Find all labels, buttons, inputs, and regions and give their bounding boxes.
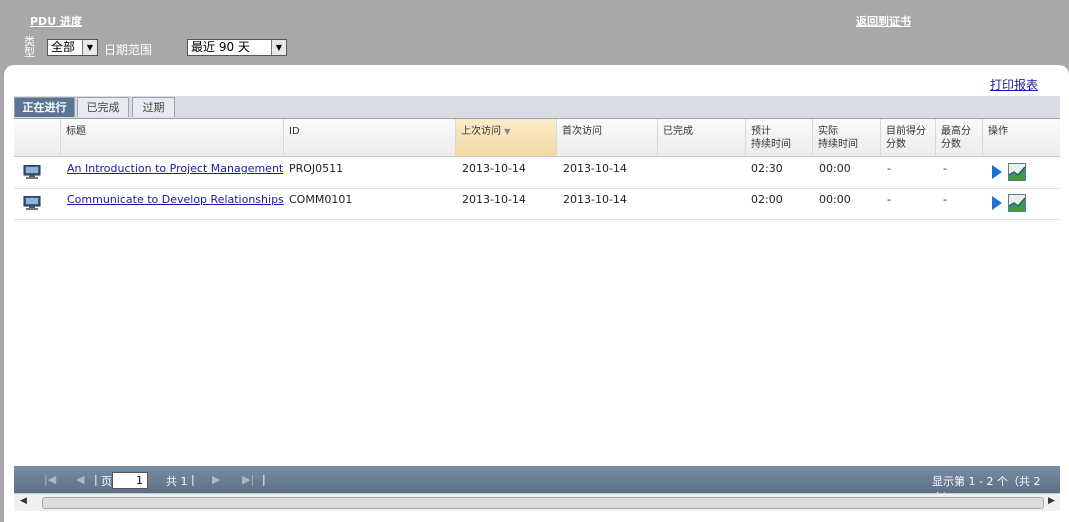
column-header-actual-duration-l1: 实际 <box>818 126 838 137</box>
pagination-bar: |◀ ◀ | 页面 共 1 | ▶ ▶| | 显示第 1 - 2 个（共 2 个… <box>14 466 1060 504</box>
date-range-label: 日期范围 <box>104 43 153 57</box>
last-visit-date: 2013-10-14 <box>462 162 526 175</box>
column-header-max-score[interactable]: 最高分 分数 <box>936 119 983 157</box>
column-header-title[interactable]: 标题 <box>61 119 284 157</box>
page-number-input[interactable]: 1 <box>112 472 148 489</box>
est-duration: 02:30 <box>751 162 783 175</box>
current-score: - <box>887 162 891 175</box>
next-page-icon[interactable]: ▶ <box>212 473 220 486</box>
back-to-certificate-link[interactable]: 返回到证书 <box>856 13 911 29</box>
column-header-first-visit[interactable]: 首次访问 <box>557 119 658 157</box>
column-header-icon <box>14 119 61 157</box>
column-header-id-label: ID <box>289 126 300 137</box>
column-header-actual-duration-l2: 持续时间 <box>818 139 858 150</box>
column-header-actions: 操作 <box>983 119 1060 157</box>
column-header-title-label: 标题 <box>66 126 86 137</box>
chevron-down-icon[interactable]: ▼ <box>271 40 286 55</box>
column-header-est-duration-l2: 持续时间 <box>751 139 791 150</box>
column-header-current-score-l2: 分数 <box>886 139 906 150</box>
prev-page-icon[interactable]: ◀ <box>76 473 84 486</box>
course-id: PROJ0511 <box>289 162 344 175</box>
tab-bar: 正在进行 已完成 过期 <box>14 96 1060 119</box>
tab-completed[interactable]: 已完成 <box>77 97 129 117</box>
tab-expired[interactable]: 过期 <box>132 97 175 117</box>
page-total: 共 1 <box>166 475 188 488</box>
first-visit-date: 2013-10-14 <box>563 193 627 206</box>
course-id: COMM0101 <box>289 193 353 206</box>
max-score: - <box>943 162 947 175</box>
column-header-est-duration-l1: 预计 <box>751 126 771 137</box>
actual-duration: 00:00 <box>819 193 851 206</box>
column-header-last-visit[interactable]: 上次访问 ▼ <box>456 119 557 157</box>
course-title-link[interactable]: Communicate to Develop Relationships <box>67 188 284 219</box>
max-score: - <box>943 193 947 206</box>
date-range-select-value: 最近 90 天 <box>191 40 250 54</box>
column-header-est-duration[interactable]: 预计 持续时间 <box>746 119 813 157</box>
progress-chart-icon[interactable] <box>1008 163 1026 181</box>
type-select-value: 全部 <box>51 40 76 54</box>
pager-separator: | <box>94 473 98 486</box>
chevron-down-icon[interactable]: ▼ <box>82 40 97 55</box>
computer-monitor-icon <box>23 196 41 210</box>
scroll-right-icon[interactable]: ▶ <box>1048 496 1055 506</box>
play-icon[interactable] <box>992 165 1002 179</box>
column-header-id[interactable]: ID <box>284 119 456 157</box>
tab-in-progress[interactable]: 正在进行 <box>14 97 75 117</box>
column-header-max-score-l1: 最高分 <box>941 126 971 137</box>
type-label: 类型 <box>24 35 35 59</box>
progress-chart-icon[interactable] <box>1008 194 1026 212</box>
column-header-completed-label: 已完成 <box>663 126 693 137</box>
play-icon[interactable] <box>992 196 1002 210</box>
date-range-select[interactable]: 最近 90 天 ▼ <box>187 39 287 56</box>
scroll-thumb[interactable] <box>42 497 1044 509</box>
print-report-link[interactable]: 打印报表 <box>990 76 1038 93</box>
pdu-progress-title[interactable]: PDU 进度 <box>30 13 82 29</box>
column-header-completed[interactable]: 已完成 <box>658 119 746 157</box>
column-header-max-score-l2: 分数 <box>941 139 961 150</box>
est-duration: 02:00 <box>751 193 783 206</box>
column-header-actual-duration[interactable]: 实际 持续时间 <box>813 119 881 157</box>
column-header-current-score-l1: 目前得分 <box>886 126 926 137</box>
pager-separator: | <box>191 473 195 486</box>
scroll-left-icon[interactable]: ◀ <box>20 496 27 506</box>
actual-duration: 00:00 <box>819 162 851 175</box>
table-row: Communicate to Develop Relationships COM… <box>14 188 1060 220</box>
pager-separator: | <box>262 473 266 486</box>
table-row: An Introduction to Project Management PR… <box>14 157 1060 189</box>
first-page-icon[interactable]: |◀ <box>44 473 56 486</box>
last-visit-date: 2013-10-14 <box>462 193 526 206</box>
column-header-actions-label: 操作 <box>988 126 1008 137</box>
sort-descending-icon: ▼ <box>504 127 511 136</box>
column-header-first-visit-label: 首次访问 <box>562 126 602 137</box>
type-select[interactable]: 全部 ▼ <box>47 39 98 56</box>
computer-monitor-icon <box>23 165 41 179</box>
course-title-link[interactable]: An Introduction to Project Management <box>67 157 283 188</box>
last-page-icon[interactable]: ▶| <box>242 473 254 486</box>
column-header-current-score[interactable]: 目前得分 分数 <box>881 119 936 157</box>
first-visit-date: 2013-10-14 <box>563 162 627 175</box>
horizontal-scrollbar[interactable]: ◀ ▶ <box>14 493 1060 511</box>
current-score: - <box>887 193 891 206</box>
column-header-last-visit-label: 上次访问 <box>461 126 501 137</box>
